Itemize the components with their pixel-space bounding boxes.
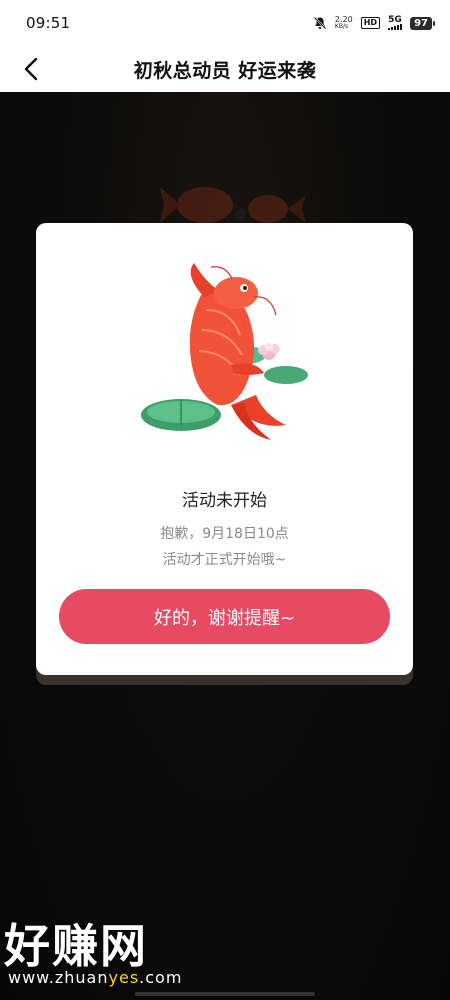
watermark-url-suffix: .com: [139, 968, 183, 987]
page-title: 初秋总动员 好运来袭: [133, 59, 317, 82]
status-icons: 2.20 KB/s HD 5G 97: [313, 15, 435, 31]
activity-not-started-dialog: 活动未开始 抱歉，9月18日10点 活动才正式开始哦~ 好的，谢谢提醒~: [36, 223, 413, 675]
back-button[interactable]: [14, 52, 48, 86]
watermark-url: www.zhuanyes.com: [8, 968, 182, 987]
net-speed-unit: KB/s: [334, 23, 349, 30]
watermark-url-prefix: www.zhuan: [8, 968, 109, 987]
nav-header: 初秋总动员 好运来袭: [0, 46, 450, 92]
dialog-message: 抱歉，9月18日10点 活动才正式开始哦~: [36, 521, 413, 573]
home-indicator[interactable]: [135, 992, 315, 996]
status-bar: 09:51 2.20 KB/s HD 5G 97: [0, 0, 450, 46]
signal-label: 5G: [388, 15, 402, 25]
mute-bell-icon: [313, 16, 327, 30]
status-time: 09:51: [26, 14, 71, 32]
confirm-button[interactable]: 好的，谢谢提醒~: [59, 589, 390, 644]
koi-fish-icon: [141, 263, 308, 440]
signal-bars-icon: [388, 24, 403, 30]
net-speed: 2.20 KB/s: [334, 15, 353, 31]
dialog-title: 活动未开始: [182, 491, 267, 511]
battery-indicator: 97: [410, 16, 435, 30]
chevron-left-icon: [24, 57, 38, 81]
watermark-url-accent: yes: [108, 968, 140, 987]
dialog-message-line-2: 活动才正式开始哦~: [162, 552, 287, 568]
watermark-title: 好赚网: [4, 919, 148, 973]
net-speed-value: 2.20: [334, 15, 353, 24]
signal-5g: 5G: [388, 15, 403, 30]
watermark: 好赚网 www.zhuanyes.com: [0, 910, 210, 990]
hd-badge: HD: [360, 17, 381, 29]
dialog-message-line-1: 抱歉，9月18日10点: [160, 526, 289, 542]
